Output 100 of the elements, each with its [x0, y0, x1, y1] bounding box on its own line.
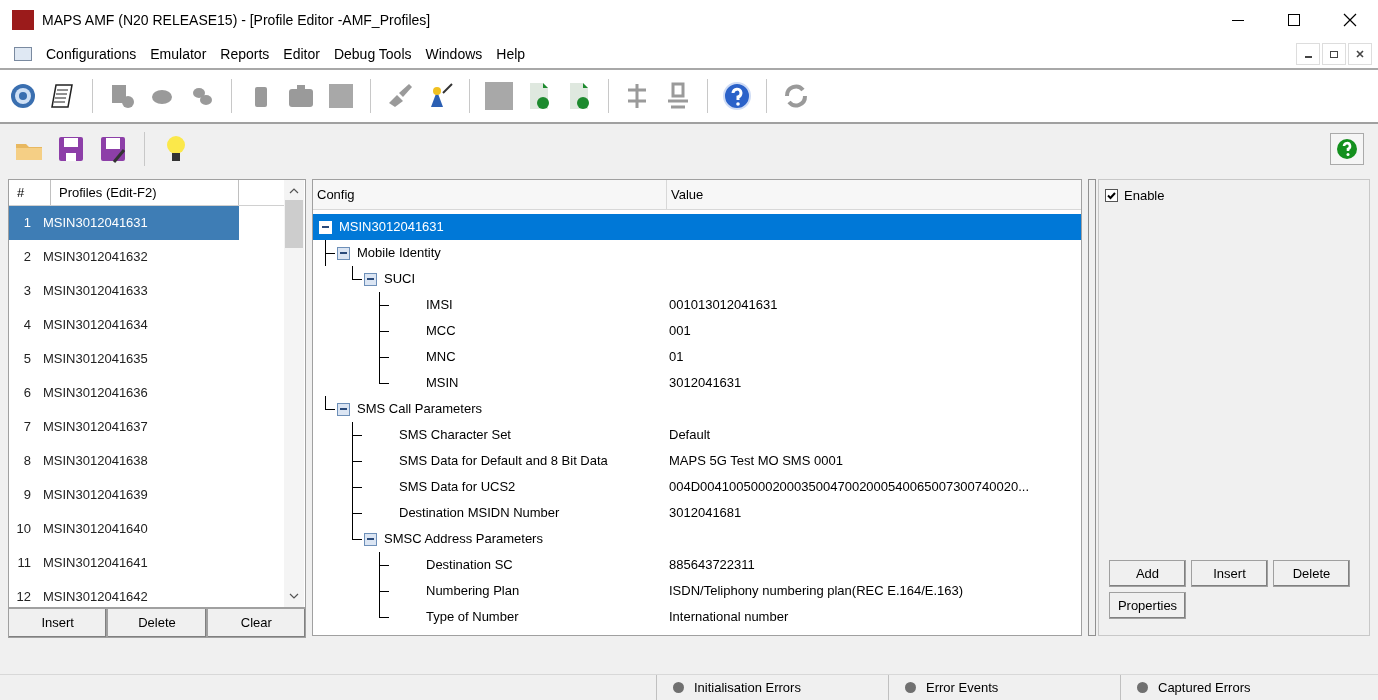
profile-row[interactable]: 6 MSIN3012041636 — [9, 376, 239, 410]
checkbox-label[interactable]: Enable — [1124, 186, 1165, 206]
config-value: 3012041631 — [668, 374, 742, 393]
column-header[interactable]: Config — [313, 180, 667, 209]
profile-action-button[interactable]: Clear — [206, 608, 306, 638]
row-number: 8 — [22, 452, 32, 471]
row-number: 7 — [22, 418, 32, 437]
column-header[interactable]: # — [9, 180, 51, 205]
config-label[interactable]: SMS Character Set — [399, 425, 511, 445]
profile-name: MSIN3012041637 — [43, 418, 148, 437]
config-value: MAPS 5G Test MO SMS 0001 — [668, 452, 843, 471]
row-number: 10 — [15, 520, 32, 539]
profile-row[interactable]: 12 MSIN3012041642 — [9, 580, 239, 607]
minimize-button[interactable] — [1296, 43, 1320, 65]
config-value: 3012041681 — [668, 504, 742, 523]
scrollbar[interactable] — [284, 180, 304, 607]
profile-name: MSIN3012041635 — [43, 350, 148, 369]
config-label[interactable]: MSIN — [426, 373, 459, 393]
config-label[interactable]: MSIN3012041631 — [339, 217, 444, 237]
profile-action-button[interactable]: Insert — [8, 608, 108, 638]
config-label[interactable]: Type of Number — [426, 607, 519, 627]
column-header[interactable]: Profiles (Edit-F2) — [51, 180, 239, 205]
config-value: ISDN/Teliphony numbering plan(REC E.164/E.163) — [668, 582, 964, 601]
row-number: 1 — [22, 214, 32, 233]
square-icon[interactable] — [484, 81, 514, 111]
status-text: Initialisation Errors — [694, 678, 801, 697]
profile-row[interactable]: 2 MSIN3012041632 — [9, 240, 239, 274]
square-icon[interactable] — [326, 81, 356, 111]
row-number: 12 — [15, 588, 32, 607]
row-number: 3 — [22, 282, 32, 301]
help-icon — [1336, 138, 1358, 160]
save-icon[interactable] — [56, 134, 86, 164]
collapse-toggle[interactable] — [337, 246, 350, 260]
config-label[interactable]: SMSC Address Parameters — [384, 529, 543, 549]
help-icon[interactable] — [722, 81, 752, 111]
close-button[interactable] — [1348, 43, 1372, 65]
config-label[interactable]: MCC — [426, 321, 456, 341]
config-value: International number — [668, 608, 789, 627]
properties-button[interactable]: Properties — [1109, 592, 1186, 619]
config-label[interactable]: SMS Call Parameters — [357, 399, 482, 419]
profile-name: MSIN3012041642 — [43, 588, 148, 607]
collapse-toggle[interactable] — [337, 402, 350, 416]
app-logo — [12, 10, 34, 30]
close-icon — [1356, 50, 1364, 58]
config-label[interactable]: Destination SC — [426, 555, 513, 575]
profile-row[interactable]: 4 MSIN3012041634 — [9, 308, 239, 342]
row-number: 4 — [22, 316, 32, 335]
profile-name: MSIN3012041633 — [43, 282, 148, 301]
window-icon[interactable] — [14, 47, 32, 61]
collapse-toggle[interactable] — [364, 532, 377, 546]
profile-name: MSIN3012041636 — [43, 384, 148, 403]
splitter[interactable] — [1088, 179, 1096, 636]
config-label[interactable]: Mobile Identity — [357, 243, 441, 263]
profile-name: MSIN3012041631 — [43, 214, 148, 233]
config-value: 885643722311 — [668, 556, 755, 575]
menu-item[interactable]: Emulator — [150, 43, 207, 65]
menu-item[interactable]: Editor — [283, 43, 320, 65]
config-value: 01 — [668, 348, 684, 367]
profile-row[interactable]: 1 MSIN3012041631 — [9, 206, 239, 240]
profile-action-button[interactable]: Delete — [107, 608, 207, 638]
menu-item[interactable]: Reports — [220, 43, 270, 65]
config-label[interactable]: Numbering Plan — [426, 581, 520, 601]
profile-row[interactable]: 7 MSIN3012041637 — [9, 410, 239, 444]
scrollbar-thumb[interactable] — [285, 200, 303, 248]
profile-name: MSIN3012041641 — [43, 554, 148, 573]
config-value: 001 — [668, 322, 691, 341]
profile-name: MSIN3012041640 — [43, 520, 148, 539]
config-value: Default — [668, 426, 711, 445]
side-action-button[interactable]: Add — [1109, 560, 1186, 587]
config-label[interactable]: MNC — [426, 347, 456, 367]
menu-item[interactable]: Configurations — [46, 43, 137, 65]
save-as-icon[interactable] — [98, 134, 128, 164]
help-button[interactable] — [1330, 133, 1364, 165]
profile-row[interactable]: 8 MSIN3012041638 — [9, 444, 239, 478]
row-number: 9 — [22, 486, 32, 505]
menu-item[interactable]: Windows — [425, 43, 483, 65]
config-label[interactable]: IMSI — [426, 295, 453, 315]
profile-row[interactable]: 10 MSIN3012041640 — [9, 512, 239, 546]
config-value: 001013012041631 — [668, 296, 778, 315]
row-number: 11 — [16, 554, 32, 573]
column-header[interactable]: Value — [667, 180, 708, 209]
enable-checkbox[interactable] — [1105, 189, 1118, 203]
profile-row[interactable]: 3 MSIN3012041633 — [9, 274, 239, 308]
profile-name: MSIN3012041634 — [43, 316, 148, 335]
config-label[interactable]: SUCI — [384, 269, 416, 289]
gear-icon[interactable] — [8, 81, 38, 111]
close-icon — [1343, 13, 1357, 27]
profile-row[interactable]: 11 MSIN3012041641 — [9, 546, 239, 580]
menu-item[interactable]: Debug Tools — [333, 43, 412, 65]
restore-button[interactable] — [1322, 43, 1346, 65]
config-label[interactable]: SMS Data for UCS2 — [399, 477, 516, 497]
side-action-button[interactable]: Insert — [1191, 560, 1268, 587]
config-label[interactable]: Destination MSIDN Number — [399, 503, 560, 523]
config-label[interactable]: SMS Data for Default and 8 Bit Data — [399, 451, 608, 471]
profile-row[interactable]: 9 MSIN3012041639 — [9, 478, 239, 512]
collapse-toggle[interactable] — [364, 272, 377, 286]
profile-name: MSIN3012041632 — [43, 248, 148, 267]
side-action-button[interactable]: Delete — [1273, 560, 1350, 587]
menu-item[interactable]: Help — [496, 43, 526, 65]
profile-row[interactable]: 5 MSIN3012041635 — [9, 342, 239, 376]
